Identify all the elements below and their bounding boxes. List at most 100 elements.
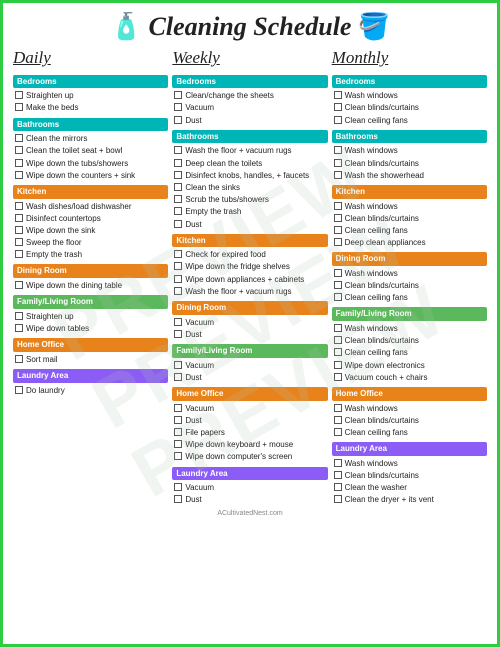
checkbox[interactable]	[174, 361, 182, 369]
checkbox[interactable]	[15, 386, 23, 394]
list-item: Vacuum	[172, 360, 327, 371]
list-item: Clean blinds/curtains	[332, 213, 487, 224]
checkbox[interactable]	[334, 171, 342, 179]
checkbox[interactable]	[15, 214, 23, 222]
checkbox[interactable]	[174, 220, 182, 228]
checkbox[interactable]	[15, 134, 23, 142]
checkbox[interactable]	[334, 373, 342, 381]
list-item: Deep clean the toilets	[172, 158, 327, 169]
checkbox[interactable]	[15, 202, 23, 210]
item-label: Empty the trash	[185, 206, 241, 217]
list-item: Wipe down tables	[13, 323, 168, 334]
checkbox[interactable]	[174, 428, 182, 436]
section-header-1-2: Kitchen	[172, 234, 327, 248]
checkbox[interactable]	[15, 250, 23, 258]
checkbox[interactable]	[174, 195, 182, 203]
checkbox[interactable]	[334, 159, 342, 167]
checkbox[interactable]	[174, 483, 182, 491]
checkbox[interactable]	[15, 103, 23, 111]
item-label: Vacuum	[185, 482, 214, 493]
item-label: Disinfect knobs, handles, + faucets	[185, 170, 309, 181]
checkbox[interactable]	[15, 312, 23, 320]
list-item: File papers	[172, 427, 327, 438]
item-label: Vacuum	[185, 317, 214, 328]
item-label: Sweep the floor	[26, 237, 82, 248]
item-label: Wipe down the tubs/showers	[26, 158, 128, 169]
checkbox[interactable]	[174, 91, 182, 99]
checkbox[interactable]	[174, 275, 182, 283]
checkbox[interactable]	[334, 238, 342, 246]
item-label: Clean blinds/curtains	[345, 213, 419, 224]
checkbox[interactable]	[334, 281, 342, 289]
checkbox[interactable]	[334, 483, 342, 491]
list-item: Wash windows	[332, 145, 487, 156]
checkbox[interactable]	[174, 183, 182, 191]
checkbox[interactable]	[174, 171, 182, 179]
checkbox[interactable]	[174, 495, 182, 503]
checkbox[interactable]	[334, 202, 342, 210]
item-label: Wipe down the counters + sink	[26, 170, 135, 181]
checkbox[interactable]	[15, 238, 23, 246]
list-item: Clean blinds/curtains	[332, 158, 487, 169]
checkbox[interactable]	[334, 146, 342, 154]
checkbox[interactable]	[174, 416, 182, 424]
checkbox[interactable]	[174, 146, 182, 154]
checkbox[interactable]	[15, 91, 23, 99]
section-header-1-3: Dining Room	[172, 301, 327, 315]
item-label: Clean blinds/curtains	[345, 158, 419, 169]
checkbox[interactable]	[174, 207, 182, 215]
list-item: Clean blinds/curtains	[332, 415, 487, 426]
item-label: Check for expired food	[185, 249, 266, 260]
checkbox[interactable]	[334, 348, 342, 356]
checkbox[interactable]	[15, 159, 23, 167]
checkbox[interactable]	[334, 293, 342, 301]
checkbox[interactable]	[15, 355, 23, 363]
checkbox[interactable]	[174, 373, 182, 381]
checkbox[interactable]	[15, 281, 23, 289]
checkbox[interactable]	[174, 330, 182, 338]
checkbox[interactable]	[15, 146, 23, 154]
checkbox[interactable]	[334, 269, 342, 277]
item-label: Vacuum couch + chairs	[345, 372, 428, 383]
item-label: Wash the floor + vacuum rugs	[185, 286, 291, 297]
checkbox[interactable]	[334, 361, 342, 369]
checkbox[interactable]	[174, 440, 182, 448]
checkbox[interactable]	[174, 404, 182, 412]
checkbox[interactable]	[334, 336, 342, 344]
checkbox[interactable]	[334, 214, 342, 222]
item-label: Clean ceiling fans	[345, 427, 408, 438]
checkbox[interactable]	[15, 171, 23, 179]
checkbox[interactable]	[334, 459, 342, 467]
checkbox[interactable]	[334, 428, 342, 436]
columns-container: DailyBedroomsStraighten upMake the bedsB…	[13, 46, 487, 506]
checkbox[interactable]	[334, 103, 342, 111]
item-label: Wipe down computer's screen	[185, 451, 292, 462]
checkbox[interactable]	[174, 318, 182, 326]
checkbox[interactable]	[334, 226, 342, 234]
item-label: Straighten up	[26, 311, 74, 322]
item-label: Vacuum	[185, 360, 214, 371]
checkbox[interactable]	[334, 324, 342, 332]
item-label: Dust	[185, 329, 201, 340]
checkbox[interactable]	[174, 452, 182, 460]
checkbox[interactable]	[174, 116, 182, 124]
list-item: Clean the dryer + its vent	[332, 494, 487, 505]
item-label: Wash the floor + vacuum rugs	[185, 145, 291, 156]
header: 🧴 Cleaning Schedule 🪣	[13, 11, 487, 42]
checkbox[interactable]	[174, 262, 182, 270]
checkbox[interactable]	[334, 495, 342, 503]
checkbox[interactable]	[174, 103, 182, 111]
checkbox[interactable]	[334, 116, 342, 124]
section-header-0-6: Laundry Area	[13, 369, 168, 383]
checkbox[interactable]	[15, 324, 23, 332]
checkbox[interactable]	[334, 416, 342, 424]
checkbox[interactable]	[174, 287, 182, 295]
checkbox[interactable]	[174, 159, 182, 167]
list-item: Wipe down keyboard + mouse	[172, 439, 327, 450]
checkbox[interactable]	[334, 471, 342, 479]
checkbox[interactable]	[174, 250, 182, 258]
checkbox[interactable]	[15, 226, 23, 234]
checkbox[interactable]	[334, 404, 342, 412]
checkbox[interactable]	[334, 91, 342, 99]
list-item: Wash windows	[332, 323, 487, 334]
